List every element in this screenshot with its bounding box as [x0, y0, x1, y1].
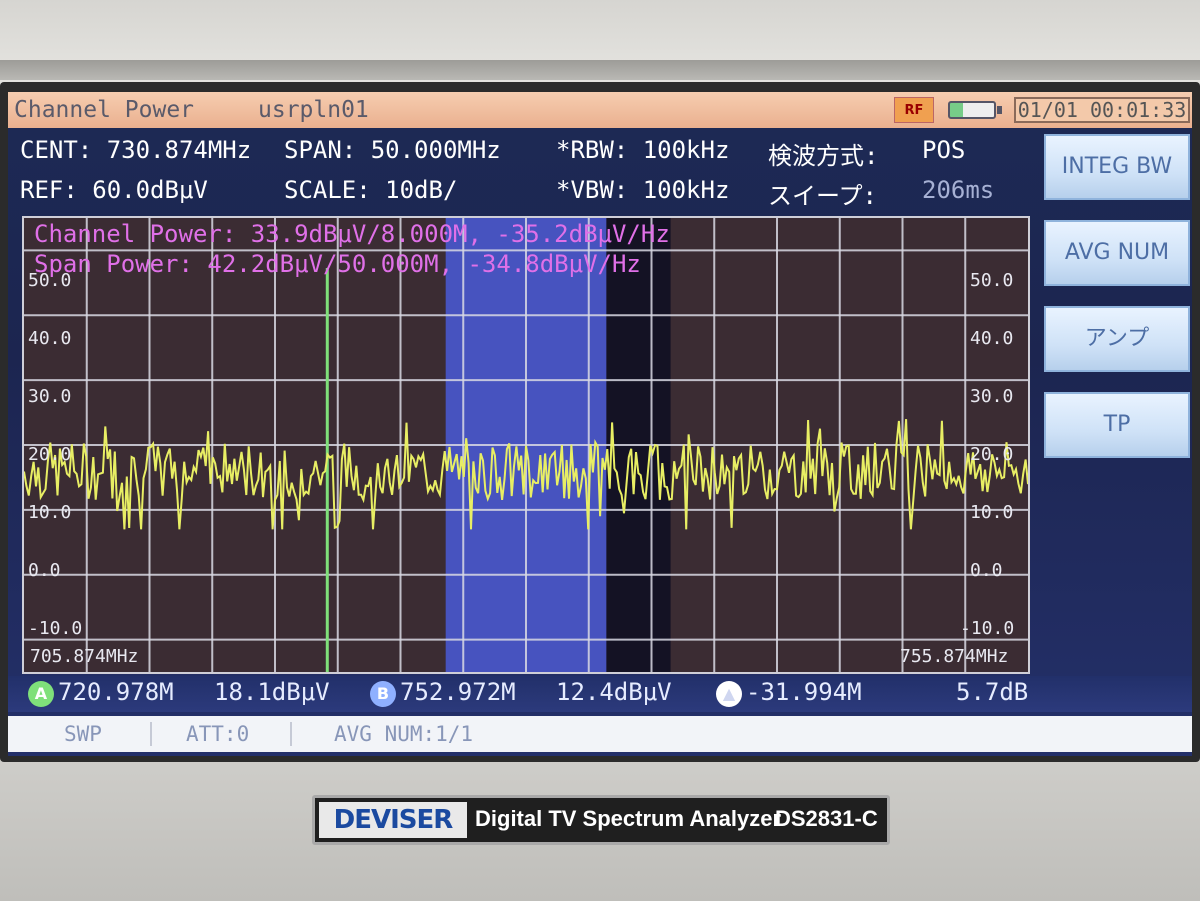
softkey-tp[interactable]: TP — [1044, 392, 1190, 458]
sweep-status: SWP — [64, 722, 102, 746]
analyzer-screen: Channel Power usrpln01 RF 01/01 00:01:33… — [8, 92, 1192, 756]
y-tick-left: 40.0 — [28, 328, 72, 349]
spectrum-plot[interactable]: Channel Power: 33.9dBμV/8.000M, -35.2dBμ… — [22, 216, 1030, 674]
marker-a-frequency: 720.978M — [58, 678, 174, 706]
spectrum-plot-svg — [24, 218, 1028, 672]
bezel-top-edge — [0, 60, 1200, 80]
model-number: DS2831-C — [775, 806, 878, 831]
status-divider — [290, 722, 292, 746]
marker-b-frequency: 752.972M — [400, 678, 516, 706]
detect-label: 検波方式: — [768, 142, 879, 170]
delta-frequency: -31.994M — [746, 678, 862, 706]
rbw-setting: *RBW: 100kHz — [556, 136, 730, 164]
y-tick-left: -10.0 — [28, 618, 83, 639]
span-setting: SPAN: 50.000MHz — [284, 136, 501, 164]
y-tick-right: 0.0 — [970, 560, 1003, 581]
delta-marker-icon[interactable]: ▲ — [716, 681, 742, 707]
file-name: usrpln01 — [258, 97, 369, 123]
title-bar: Channel Power usrpln01 RF 01/01 00:01:33 — [8, 92, 1192, 128]
scale-setting: SCALE: 10dB/ — [284, 176, 458, 204]
softkey-avg-num[interactable]: AVG NUM — [1044, 220, 1190, 286]
marker-b-icon[interactable]: B — [370, 681, 396, 707]
status-divider — [150, 722, 152, 746]
x-end-label: 755.874MHz — [900, 646, 1009, 667]
span-power-readout: Span Power: 42.2dBμV/50.000M, -34.8dBμV/… — [34, 250, 641, 278]
status-bar: SWP ATT:0 AVG NUM:1/1 — [8, 716, 1192, 752]
y-tick-left: 10.0 — [28, 502, 72, 523]
y-tick-right: 30.0 — [970, 386, 1014, 407]
vbw-setting: *VBW: 100kHz — [556, 176, 730, 204]
y-tick-left: 50.0 — [28, 270, 72, 291]
attenuation-status: ATT:0 — [186, 722, 250, 746]
softkey-amp[interactable]: アンプ — [1044, 306, 1190, 372]
rf-indicator-icon: RF — [894, 97, 934, 123]
brand-logo: DEVISER — [319, 802, 467, 838]
y-tick-right: -10.0 — [960, 618, 1015, 639]
marker-b-level: 12.4dBμV — [556, 678, 672, 706]
battery-icon — [948, 101, 1002, 119]
marker-a-icon[interactable]: A — [28, 681, 54, 707]
average-status: AVG NUM:1/1 — [334, 722, 474, 746]
reference-level: REF: 60.0dBμV — [20, 176, 208, 204]
detect-value: POS — [922, 136, 966, 164]
sweep-label: スイープ: — [768, 182, 878, 210]
sweep-value: 206ms — [922, 176, 995, 204]
y-tick-left: 0.0 — [28, 560, 61, 581]
y-tick-left: 20.0 — [28, 444, 72, 465]
mode-title: Channel Power — [14, 97, 195, 123]
y-tick-right: 40.0 — [970, 328, 1014, 349]
brand-plate: DEVISER Digital TV Spectrum Analyzer DS2… — [312, 795, 890, 845]
y-tick-right: 50.0 — [970, 270, 1014, 291]
y-tick-right: 20.0 — [970, 444, 1014, 465]
marker-bar: A 720.978M 18.1dBμV B 752.972M 12.4dBμV … — [8, 676, 1192, 712]
y-tick-left: 30.0 — [28, 386, 72, 407]
softkey-integ-bw[interactable]: INTEG BW — [1044, 134, 1190, 200]
datetime: 01/01 00:01:33 — [1014, 97, 1190, 123]
center-frequency: CENT: 730.874MHz — [20, 136, 252, 164]
channel-power-readout: Channel Power: 33.9dBμV/8.000M, -35.2dBμ… — [34, 220, 670, 248]
y-tick-right: 10.0 — [970, 502, 1014, 523]
x-start-label: 705.874MHz — [30, 646, 139, 667]
product-name: Digital TV Spectrum Analyzer — [475, 806, 782, 831]
marker-a-level: 18.1dBμV — [214, 678, 330, 706]
delta-level: 5.7dB — [956, 678, 1029, 706]
